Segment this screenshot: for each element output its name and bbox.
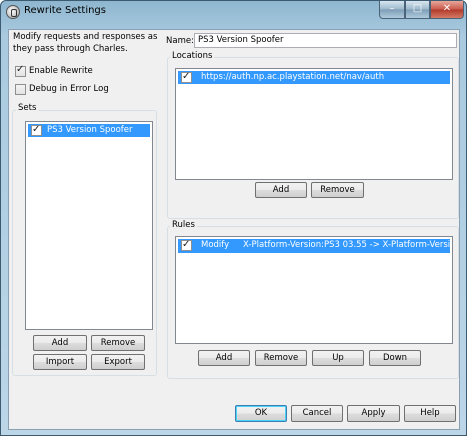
apply-button[interactable]: Apply [347, 405, 400, 422]
rules-list-item[interactable]: Modify X-Platform-Version:PS3 03.55 -> X… [178, 239, 450, 253]
rules-up-button[interactable]: Up [312, 350, 364, 366]
sets-list[interactable]: PS3 Version Spoofer [25, 121, 153, 330]
set-name: PS3 Version Spoofer [47, 125, 133, 135]
locations-remove-button[interactable]: Remove [311, 182, 364, 198]
title-bar[interactable]: Rewrite Settings – □ ✕ [1, 1, 466, 23]
rule-type: Modify [201, 240, 230, 250]
rule-enabled-checkbox[interactable] [181, 239, 192, 251]
charles-app-icon [6, 5, 20, 19]
debug-error-log-checkbox[interactable] [15, 84, 26, 95]
sets-remove-button[interactable]: Remove [91, 335, 145, 351]
locations-add-button[interactable]: Add [255, 182, 307, 198]
dialog-client-area: Modify requests and responses as they pa… [8, 29, 460, 430]
enable-rewrite-label[interactable]: Enable Rewrite [29, 66, 93, 76]
debug-error-log-label[interactable]: Debug in Error Log [29, 84, 109, 94]
help-button[interactable]: Help [404, 405, 456, 422]
sets-list-item[interactable]: PS3 Version Spoofer [28, 124, 150, 137]
set-enabled-checkbox[interactable] [31, 124, 42, 136]
locations-group-title: Locations [170, 51, 215, 61]
ok-button[interactable]: OK [235, 405, 287, 422]
enable-rewrite-checkbox[interactable] [15, 64, 26, 77]
sets-import-button[interactable]: Import [33, 354, 87, 370]
description-line-1: Modify requests and responses as [13, 32, 158, 42]
window-title: Rewrite Settings [24, 5, 106, 16]
location-url: https://auth.np.ac.playstation.net/nav/a… [201, 72, 385, 82]
minimize-button[interactable]: – [379, 1, 405, 19]
locations-list[interactable]: https://auth.np.ac.playstation.net/nav/a… [175, 68, 453, 180]
rewrite-settings-window: Rewrite Settings – □ ✕ Modify requests a… [0, 0, 467, 436]
rules-add-button[interactable]: Add [198, 350, 250, 366]
sets-group-title: Sets [16, 103, 39, 113]
sets-export-button[interactable]: Export [91, 354, 145, 370]
rules-list[interactable]: Modify X-Platform-Version:PS3 03.55 -> X… [175, 236, 453, 344]
set-name-field[interactable]: PS3 Version Spoofer [194, 33, 457, 48]
rules-down-button[interactable]: Down [369, 350, 421, 366]
rules-group-title: Rules [170, 220, 197, 230]
locations-list-item[interactable]: https://auth.np.ac.playstation.net/nav/a… [178, 71, 450, 84]
name-label: Name: [166, 36, 194, 46]
location-enabled-checkbox[interactable] [181, 71, 192, 83]
close-button[interactable]: ✕ [430, 1, 464, 19]
cancel-button[interactable]: Cancel [291, 405, 343, 422]
description-line-2: they pass through Charles. [13, 44, 128, 54]
rule-detail: X-Platform-Version:PS3 03.55 -> X-Platfo… [243, 240, 450, 250]
maximize-button[interactable]: □ [405, 1, 430, 19]
rules-remove-button[interactable]: Remove [255, 350, 307, 366]
sets-add-button[interactable]: Add [33, 335, 87, 351]
